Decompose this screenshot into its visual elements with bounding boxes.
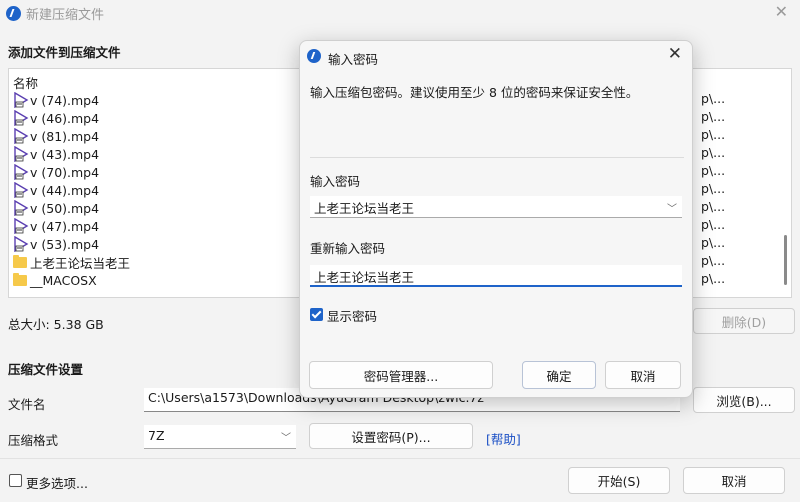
show-password-label[interactable]: 显示密码 [327, 306, 377, 325]
video-file-icon [13, 109, 29, 127]
add-files-heading: 添加文件到压缩文件 [8, 45, 121, 60]
file-row[interactable]: v (81).mp4 [13, 127, 99, 145]
video-file-icon [13, 163, 29, 181]
window-close-icon[interactable]: ✕ [775, 2, 788, 21]
folder-icon [13, 272, 27, 286]
file-name: v (43).mp4 [30, 146, 100, 162]
filename-label: 文件名 [8, 397, 46, 412]
video-file-icon [13, 235, 29, 253]
file-path-cell: p\... [701, 127, 726, 142]
file-path-cell: p\... [701, 163, 726, 178]
video-file-icon [13, 145, 29, 163]
file-name: v (70).mp4 [30, 164, 100, 180]
video-file-icon [13, 199, 29, 217]
file-row[interactable]: v (44).mp4 [13, 181, 99, 199]
file-name: v (74).mp4 [30, 92, 100, 108]
file-path-cell: p\... [701, 91, 726, 106]
file-path-cell: p\... [701, 235, 726, 250]
file-path-cell: p\... [701, 181, 726, 196]
dialog-divider [310, 157, 684, 158]
dialog-description: 输入压缩包密码。建议使用至少 8 位的密码来保证安全性。 [310, 85, 639, 100]
show-password-checkbox[interactable] [310, 308, 323, 321]
archive-settings-heading: 压缩文件设置 [8, 362, 84, 377]
file-path-cell: p\... [701, 217, 726, 232]
password-label: 输入密码 [310, 174, 361, 189]
chevron-down-icon[interactable]: ﹀ [667, 200, 677, 215]
dialog-cancel-button[interactable]: 取消 [605, 361, 681, 389]
delete-button[interactable]: 删除(D) [693, 308, 795, 334]
file-name: v (81).mp4 [30, 128, 100, 144]
password-combobox[interactable]: 上老王论坛当老王 ﹀ [310, 196, 682, 218]
file-row[interactable]: v (53).mp4 [13, 235, 99, 253]
video-file-icon [13, 127, 29, 145]
footer-divider [0, 458, 800, 459]
format-label: 压缩格式 [8, 433, 59, 448]
file-list-scrollbar[interactable] [784, 235, 787, 285]
password-value: 上老王论坛当老王 [314, 201, 415, 216]
file-row[interactable]: v (74).mp4 [13, 91, 99, 109]
format-value: 7Z [148, 428, 165, 443]
more-options-label[interactable]: 更多选项... [26, 473, 88, 492]
file-name: __MACOSX [30, 272, 97, 288]
window-title: 新建压缩文件 [26, 8, 105, 23]
folder-row[interactable]: 上老王论坛当老王 [13, 253, 130, 271]
file-name: v (53).mp4 [30, 236, 100, 252]
file-path-cell: p\... [701, 145, 726, 160]
file-row[interactable]: v (70).mp4 [13, 163, 99, 181]
file-row[interactable]: v (50).mp4 [13, 199, 99, 217]
browse-button[interactable]: 浏览(B)... [693, 387, 795, 413]
video-file-icon [13, 217, 29, 235]
title-bar: 新建压缩文件 ✕ [0, 0, 800, 30]
help-link[interactable]: [帮助] [486, 429, 521, 448]
file-name: v (50).mp4 [30, 200, 100, 216]
dialog-app-icon [307, 49, 321, 63]
folder-icon [13, 254, 27, 268]
ok-button[interactable]: 确定 [522, 361, 596, 389]
file-name: v (46).mp4 [30, 110, 100, 126]
password-manager-button[interactable]: 密码管理器... [309, 361, 493, 389]
format-select[interactable]: 7Z ﹀ [144, 425, 296, 449]
file-name: 上老王论坛当老王 [30, 255, 131, 271]
file-row[interactable]: v (43).mp4 [13, 145, 99, 163]
dialog-close-icon[interactable]: ✕ [668, 44, 682, 64]
set-password-button[interactable]: 设置密码(P)... [309, 423, 473, 449]
file-name: v (47).mp4 [30, 218, 100, 234]
file-path-cell: p\... [701, 271, 726, 286]
file-path-cell: p\... [701, 253, 726, 268]
total-size: 总大小: 5.38 GB [8, 317, 104, 332]
dialog-title: 输入密码 [328, 52, 379, 67]
password-dialog: 输入密码 ✕ 输入压缩包密码。建议使用至少 8 位的密码来保证安全性。 输入密码… [299, 40, 693, 398]
file-row[interactable]: v (47).mp4 [13, 217, 99, 235]
video-file-icon [13, 91, 29, 109]
chevron-down-icon: ﹀ [281, 433, 291, 444]
folder-row[interactable]: __MACOSX [13, 271, 97, 289]
start-button[interactable]: 开始(S) [568, 467, 670, 494]
confirm-password-label: 重新输入密码 [310, 241, 386, 256]
more-options-checkbox[interactable] [9, 474, 22, 487]
file-path-cell: p\... [701, 199, 726, 214]
file-path-cell: p\... [701, 109, 726, 124]
app-logo-icon [6, 6, 21, 21]
confirm-password-input[interactable]: 上老王论坛当老王 [310, 265, 682, 287]
video-file-icon [13, 181, 29, 199]
file-name: v (44).mp4 [30, 182, 100, 198]
file-row[interactable]: v (46).mp4 [13, 109, 99, 127]
cancel-button[interactable]: 取消 [683, 467, 785, 494]
column-header-name[interactable]: 名称 [13, 73, 38, 92]
